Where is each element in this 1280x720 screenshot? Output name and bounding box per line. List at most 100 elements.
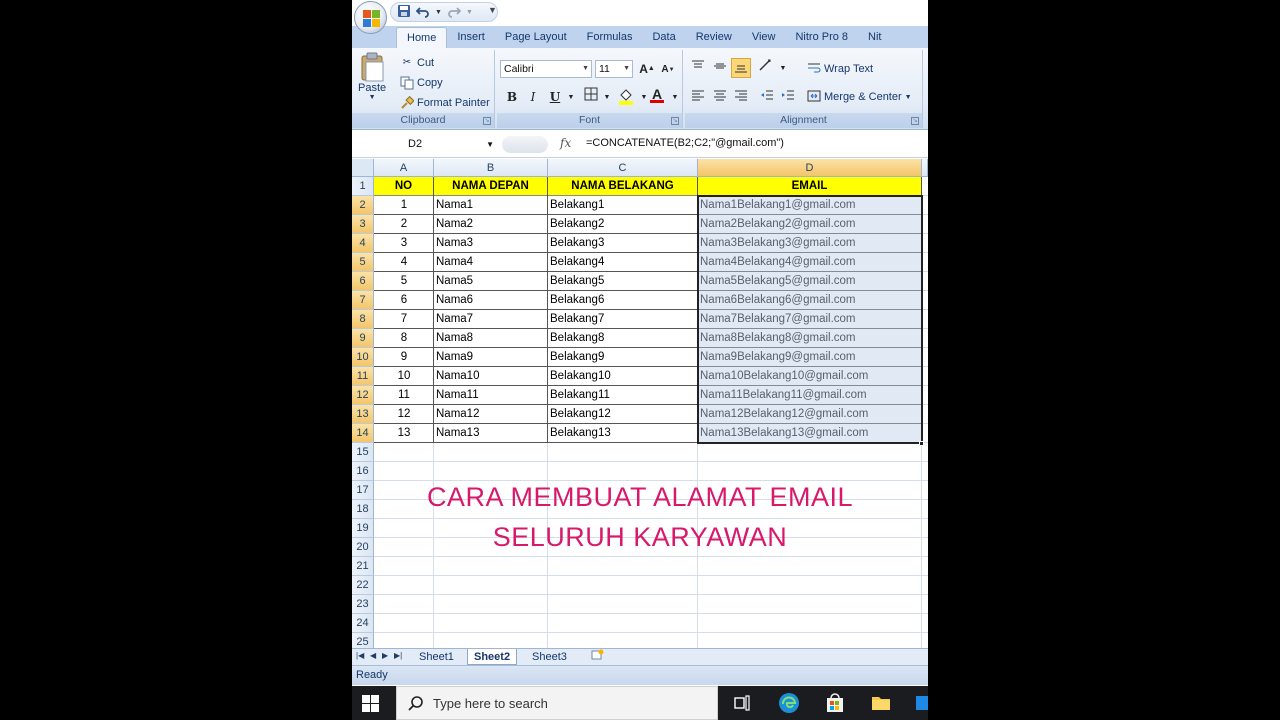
- align-left-button[interactable]: [688, 87, 708, 107]
- row-header[interactable]: 8: [352, 310, 374, 329]
- tab-data[interactable]: Data: [642, 27, 685, 48]
- header-cell-nama-depan[interactable]: NAMA DEPAN: [434, 177, 548, 196]
- cell-nama-belakang[interactable]: Belakang3: [548, 234, 698, 253]
- row-header[interactable]: 3: [352, 215, 374, 234]
- header-cell-nama-belakang[interactable]: NAMA BELAKANG: [548, 177, 698, 196]
- row-header[interactable]: 4: [352, 234, 374, 253]
- windows-start-icon[interactable]: [362, 695, 379, 712]
- header-cell-no[interactable]: NO: [374, 177, 434, 196]
- last-sheet-icon[interactable]: ▶|: [394, 651, 402, 660]
- copy-button[interactable]: Copy: [400, 76, 443, 90]
- cell-nama-belakang[interactable]: Belakang10: [548, 367, 698, 386]
- customize-qat-icon[interactable]: ▼: [488, 5, 497, 15]
- cell-nama-belakang[interactable]: Belakang8: [548, 329, 698, 348]
- office-icon[interactable]: [914, 692, 928, 714]
- tab-nitro-truncated[interactable]: Nit: [858, 27, 891, 48]
- cell-no[interactable]: 8: [374, 329, 434, 348]
- chevron-down-icon[interactable]: ▼: [486, 135, 494, 154]
- taskbar-search-box[interactable]: Type here to search: [396, 686, 718, 720]
- column-header-c[interactable]: C: [548, 159, 698, 177]
- row-header[interactable]: 9: [352, 329, 374, 348]
- grow-font-button[interactable]: A▲: [637, 59, 657, 79]
- row-header[interactable]: 1: [352, 177, 374, 196]
- cut-button[interactable]: ✂ Cut: [400, 56, 434, 70]
- cell-no[interactable]: 5: [374, 272, 434, 291]
- tab-page-layout[interactable]: Page Layout: [495, 27, 577, 48]
- cell-nama-belakang[interactable]: Belakang9: [548, 348, 698, 367]
- cell-nama-belakang[interactable]: Belakang5: [548, 272, 698, 291]
- shrink-font-button[interactable]: A▼: [658, 60, 678, 80]
- worksheet-grid[interactable]: A B C D 1 2 3 4 5 6 7 8 9 10 11 12 13 14 15 16 17 18 19 20 2…: [352, 159, 928, 652]
- row-header[interactable]: 15: [352, 443, 374, 462]
- cell-no[interactable]: 9: [374, 348, 434, 367]
- cell-no[interactable]: 6: [374, 291, 434, 310]
- tab-formulas[interactable]: Formulas: [577, 27, 643, 48]
- tab-review[interactable]: Review: [686, 27, 742, 48]
- tab-view[interactable]: View: [742, 27, 786, 48]
- row-header[interactable]: 23: [352, 595, 374, 614]
- formula-input[interactable]: =CONCATENATE(B2;C2;"@gmail.com"): [586, 137, 784, 149]
- font-color-button[interactable]: A: [647, 84, 667, 104]
- cell-nama-depan[interactable]: Nama4: [434, 253, 548, 272]
- redo-dropdown-icon[interactable]: ▼: [466, 9, 473, 16]
- cell-nama-belakang[interactable]: Belakang12: [548, 405, 698, 424]
- first-sheet-icon[interactable]: |◀: [356, 651, 364, 660]
- row-header[interactable]: 21: [352, 557, 374, 576]
- insert-function-icon[interactable]: fx: [560, 136, 571, 150]
- wrap-text-button[interactable]: Wrap Text: [807, 62, 873, 76]
- store-icon[interactable]: [824, 692, 846, 714]
- format-painter-button[interactable]: Format Painter: [400, 95, 490, 110]
- cell-no[interactable]: 13: [374, 424, 434, 443]
- increase-indent-button[interactable]: [778, 87, 798, 107]
- tab-home[interactable]: Home: [396, 27, 448, 48]
- row-header[interactable]: 7: [352, 291, 374, 310]
- borders-dropdown-icon[interactable]: ▼: [597, 88, 617, 108]
- row-header[interactable]: 13: [352, 405, 374, 424]
- cell-nama-depan[interactable]: Nama12: [434, 405, 548, 424]
- undo-icon[interactable]: [415, 4, 430, 21]
- cell-nama-depan[interactable]: Nama2: [434, 215, 548, 234]
- merge-dropdown-icon[interactable]: ▼: [905, 94, 912, 101]
- row-header[interactable]: 2: [352, 196, 374, 215]
- align-bottom-button[interactable]: [731, 58, 751, 78]
- row-header[interactable]: 12: [352, 386, 374, 405]
- cell-nama-depan[interactable]: Nama11: [434, 386, 548, 405]
- fill-color-button[interactable]: [616, 87, 636, 107]
- cell-no[interactable]: 2: [374, 215, 434, 234]
- row-header[interactable]: 5: [352, 253, 374, 272]
- column-header-a[interactable]: A: [374, 159, 434, 177]
- column-header-e[interactable]: [922, 159, 928, 177]
- cell-nama-depan[interactable]: Nama10: [434, 367, 548, 386]
- paste-button[interactable]: Paste ▼: [358, 52, 386, 101]
- cell-no[interactable]: 7: [374, 310, 434, 329]
- cell-no[interactable]: 11: [374, 386, 434, 405]
- row-header[interactable]: 14: [352, 424, 374, 443]
- formula-bar-splitter[interactable]: [502, 136, 548, 153]
- row-header[interactable]: 11: [352, 367, 374, 386]
- name-box[interactable]: D2 ▼: [354, 135, 496, 154]
- underline-dropdown-icon[interactable]: ▼: [561, 88, 581, 108]
- cell-nama-belakang[interactable]: Belakang13: [548, 424, 698, 443]
- select-all-corner[interactable]: [352, 159, 374, 177]
- clipboard-launcher-icon[interactable]: ↘: [483, 117, 491, 125]
- task-view-icon[interactable]: [731, 692, 753, 714]
- paste-dropdown-icon[interactable]: ▼: [369, 94, 376, 101]
- tab-insert[interactable]: Insert: [447, 27, 495, 48]
- column-header-b[interactable]: B: [434, 159, 548, 177]
- row-header[interactable]: 10: [352, 348, 374, 367]
- cell-nama-belakang[interactable]: Belakang11: [548, 386, 698, 405]
- merge-center-button[interactable]: Merge & Center ▼: [807, 90, 912, 104]
- cell-nama-belakang[interactable]: Belakang2: [548, 215, 698, 234]
- cell-nama-depan[interactable]: Nama13: [434, 424, 548, 443]
- cell-no[interactable]: 10: [374, 367, 434, 386]
- cell-nama-depan[interactable]: Nama7: [434, 310, 548, 329]
- cell-nama-belakang[interactable]: Belakang6: [548, 291, 698, 310]
- align-top-button[interactable]: [688, 58, 708, 78]
- insert-sheet-button[interactable]: [584, 649, 610, 665]
- alignment-launcher-icon[interactable]: ↘: [911, 117, 919, 125]
- cell-nama-belakang[interactable]: Belakang7: [548, 310, 698, 329]
- file-explorer-icon[interactable]: [870, 692, 892, 714]
- sheet-tab-sheet3[interactable]: Sheet3: [526, 649, 573, 665]
- cell-nama-depan[interactable]: Nama6: [434, 291, 548, 310]
- save-icon[interactable]: [397, 4, 411, 21]
